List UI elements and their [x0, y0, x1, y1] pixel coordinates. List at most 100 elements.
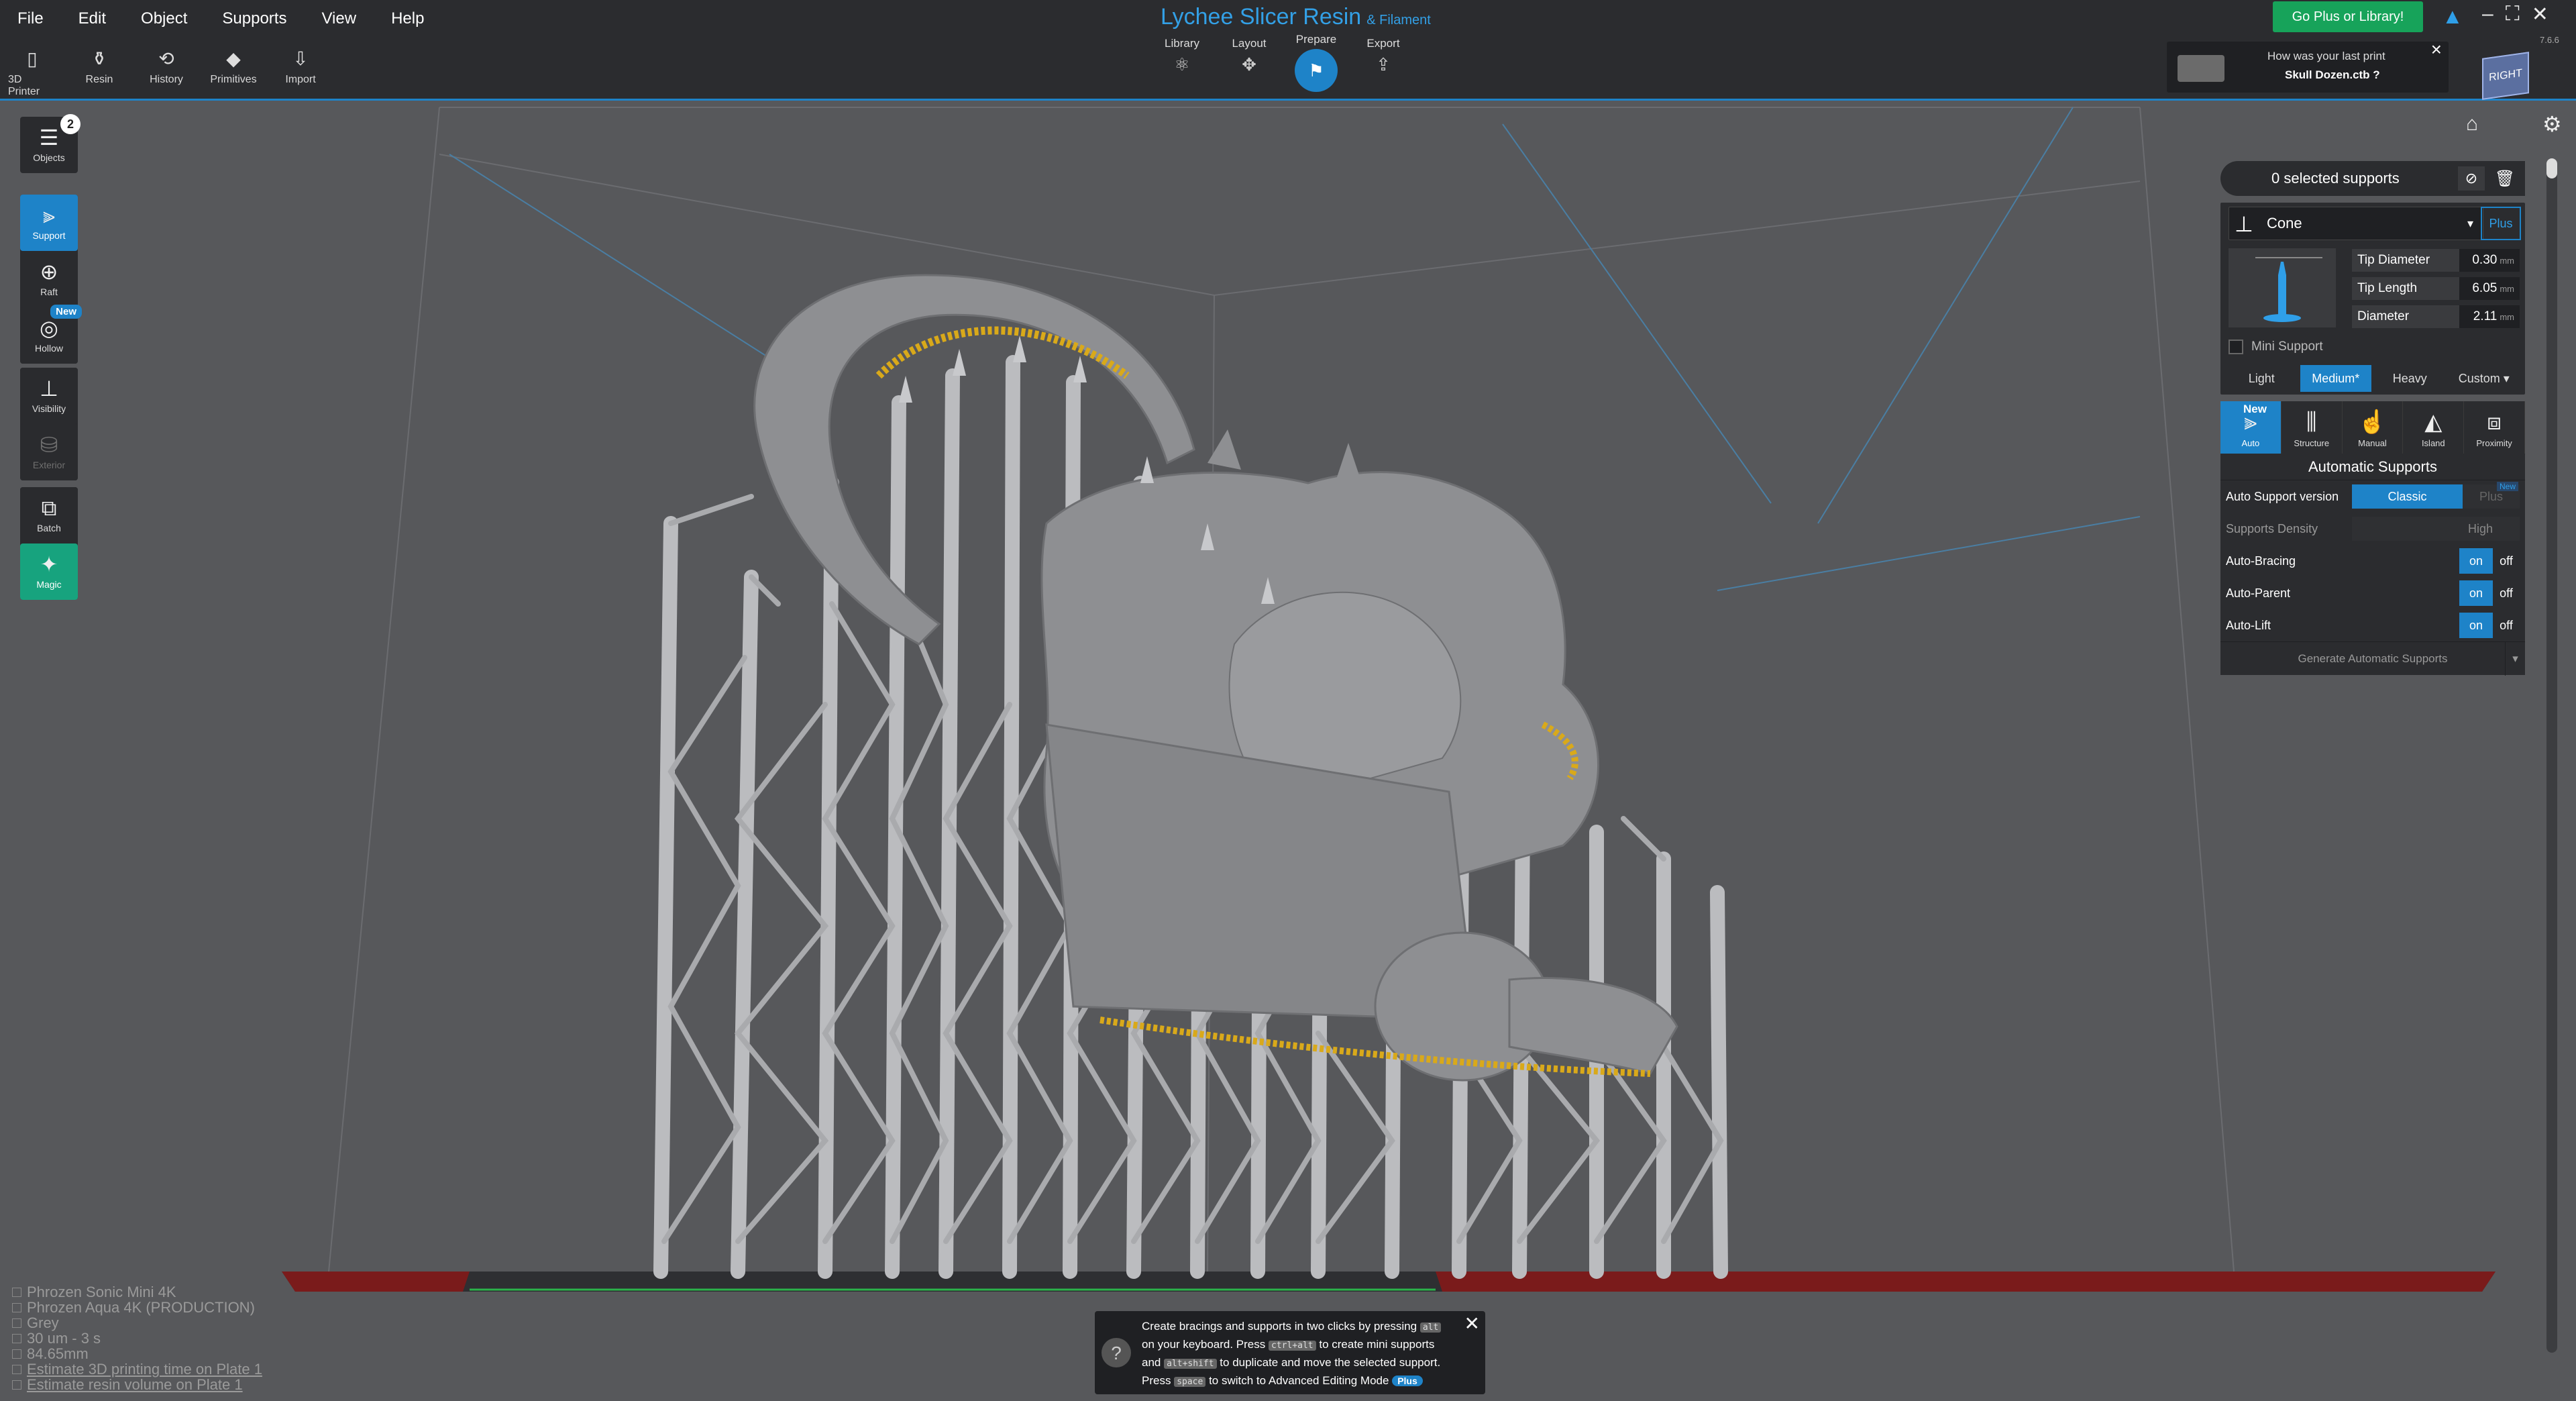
version-classic-button[interactable]: Classic — [2352, 484, 2463, 509]
auto-lift-toggle[interactable]: on off — [2459, 613, 2520, 638]
close-tip-icon[interactable]: ✕ — [1464, 1314, 1480, 1333]
warning-icon[interactable]: ▲ — [2442, 4, 2463, 29]
menu-view[interactable]: View — [317, 7, 360, 31]
trash-icon[interactable]: 🗑 — [2491, 166, 2518, 191]
exterior-tool-button[interactable]: ⛁ Exterior — [20, 424, 78, 480]
volume-icon — [12, 1380, 21, 1390]
tab-island[interactable]: ◭ Island — [2403, 401, 2465, 454]
resin-icon — [12, 1302, 21, 1312]
objects-button[interactable]: ☰ Objects 2 — [20, 114, 80, 173]
generate-supports-button[interactable]: Generate Automatic Supports ▾ — [2220, 641, 2525, 676]
toolbar-primitives[interactable]: ◆ Primitives — [209, 47, 258, 98]
toolbar-history[interactable]: ⟲ History — [142, 47, 191, 98]
info-text: 84.65mm — [27, 1345, 89, 1362]
auto-parent-toggle[interactable]: on off — [2459, 580, 2520, 606]
support-tools-group: ⫸ Support ⊕ Raft ◎ Hollow New — [20, 195, 82, 364]
printer-icon — [12, 1287, 21, 1297]
toolbar-3d-printer[interactable]: ▯ 3D Printer — [8, 47, 56, 98]
density-heavy-button[interactable]: Heavy — [2374, 365, 2446, 392]
step-library[interactable]: Library ⚛ — [1161, 37, 1203, 92]
menu-help[interactable]: Help — [387, 7, 428, 31]
last-print-question: How was your last print — [2267, 50, 2385, 62]
last-print-feedback[interactable]: How was your last print Skull Dozen.ctb … — [2167, 39, 2449, 93]
visibility-tool-button[interactable]: ⊥ Visibility — [20, 368, 78, 424]
supports-density-select[interactable]: High — [2352, 517, 2520, 541]
toggle-on[interactable]: on — [2459, 548, 2493, 574]
tab-auto[interactable]: New ⫸ Auto — [2220, 401, 2282, 454]
menu-supports[interactable]: Supports — [218, 7, 290, 31]
toolbar-import[interactable]: ⇩ Import — [276, 47, 325, 98]
batch-tool-button[interactable]: ⧉ Batch — [20, 487, 78, 543]
close-icon[interactable]: × — [2431, 39, 2442, 60]
tab-label: Auto — [2241, 438, 2260, 448]
auto-bracing-toggle[interactable]: on off — [2459, 548, 2520, 574]
gear-icon[interactable]: ⚙ — [2542, 111, 2562, 137]
tab-structure[interactable]: ⫼ Structure — [2282, 401, 2343, 454]
objects-count-badge: 2 — [60, 114, 80, 134]
version-plus-label: Plus — [2479, 489, 2503, 503]
minimize-icon[interactable]: – — [2482, 3, 2493, 26]
auto-lift-row: Auto-Lift on off — [2220, 609, 2525, 641]
tip-diameter-input[interactable]: 0.30 mm — [2459, 249, 2520, 272]
tip-text: to create mini supports — [1319, 1338, 1435, 1351]
hide-supports-icon[interactable]: ⊘ — [2458, 166, 2485, 191]
menu-file[interactable]: File — [13, 7, 48, 31]
close-icon[interactable]: ✕ — [2532, 3, 2548, 26]
menu-edit[interactable]: Edit — [74, 7, 110, 31]
info-link[interactable]: Estimate 3D printing time on Plate 1 — [27, 1361, 262, 1377]
tip-text: to switch to Advanced Editing Mode — [1209, 1374, 1389, 1387]
step-layout[interactable]: Layout ✥ — [1228, 37, 1271, 92]
toggle-off[interactable]: off — [2493, 548, 2520, 574]
go-plus-button[interactable]: Go Plus or Library! — [2273, 1, 2423, 32]
visibility-icon: ⊥ — [40, 376, 58, 401]
home-icon[interactable]: ⌂ — [2466, 113, 2478, 136]
density-medium-button[interactable]: Medium* — [2300, 365, 2371, 392]
clock-icon — [12, 1364, 21, 1374]
maximize-icon[interactable]: ⛶ — [2506, 3, 2520, 26]
estimate-time-link[interactable]: Estimate 3D printing time on Plate 1 — [12, 1361, 262, 1377]
density-custom-dropdown[interactable]: Custom ▾ — [2448, 365, 2520, 392]
support-shape-dropdown[interactable]: ⊥ Cone ▾ — [2229, 207, 2483, 240]
mini-support-checkbox[interactable] — [2229, 340, 2243, 354]
menu-object[interactable]: Object — [137, 7, 191, 31]
view-cube[interactable]: RIGHT — [2482, 52, 2529, 100]
3d-viewport[interactable] — [0, 103, 2576, 1401]
library-icon: ⚛ — [1174, 54, 1190, 74]
toggle-off[interactable]: off — [2493, 580, 2520, 606]
kbd-key: ctrl+alt — [1269, 1341, 1316, 1351]
info-link[interactable]: Estimate resin volume on Plate 1 — [27, 1377, 243, 1392]
version-plus-button[interactable]: Plus New — [2463, 482, 2520, 509]
magic-tool-button[interactable]: ✦ Magic — [20, 543, 78, 600]
diameter-input[interactable]: 2.11 mm — [2459, 305, 2520, 328]
density-label: Supports Density — [2226, 521, 2318, 535]
tab-proximity[interactable]: ⧈ Proximity — [2464, 401, 2525, 454]
right-scrollbar[interactable] — [2546, 158, 2557, 1353]
main-toolbar: ▯ 3D Printer ⚱ Resin ⟲ History ◆ Primitives … — [8, 47, 325, 98]
printer-icon: ▯ — [27, 48, 38, 69]
tab-manual[interactable]: ☝ Manual — [2343, 401, 2404, 454]
support-tool-button[interactable]: ⫸ Support — [20, 195, 78, 251]
tool-label: Hollow — [34, 343, 63, 354]
tab-label: Structure — [2294, 438, 2330, 448]
scrollbar-thumb[interactable] — [2546, 158, 2557, 178]
toggle-on[interactable]: on — [2459, 613, 2493, 638]
tool-label: Raft — [40, 287, 58, 297]
toolbar-resin[interactable]: ⚱ Resin — [75, 47, 123, 98]
step-export[interactable]: Export ⇪ — [1362, 37, 1405, 92]
raft-tool-button[interactable]: ⊕ Raft — [20, 251, 78, 307]
plus-button[interactable]: Plus — [2481, 207, 2521, 240]
toggle-on[interactable]: on — [2459, 580, 2493, 606]
chevron-down-icon[interactable]: ▾ — [2505, 642, 2525, 676]
step-prepare[interactable]: Prepare ⚑ — [1295, 33, 1338, 92]
hollow-tool-button[interactable]: ◎ Hollow New — [20, 305, 82, 364]
info-resin[interactable]: Phrozen Aqua 4K (PRODUCTION) — [12, 1300, 262, 1315]
tip-line-4: Press space to switch to Advanced Editin… — [1142, 1372, 1458, 1390]
estimate-volume-link[interactable]: Estimate resin volume on Plate 1 — [12, 1377, 262, 1392]
density-light-button[interactable]: Light — [2226, 365, 2298, 392]
info-printer[interactable]: Phrozen Sonic Mini 4K — [12, 1284, 262, 1300]
mini-support-row[interactable]: Mini Support — [2220, 331, 2525, 362]
toggle-off[interactable]: off — [2493, 613, 2520, 638]
toolbar-label: History — [150, 74, 183, 85]
info-layer: 30 um - 3 s — [12, 1331, 262, 1346]
tip-length-input[interactable]: 6.05 mm — [2459, 277, 2520, 300]
